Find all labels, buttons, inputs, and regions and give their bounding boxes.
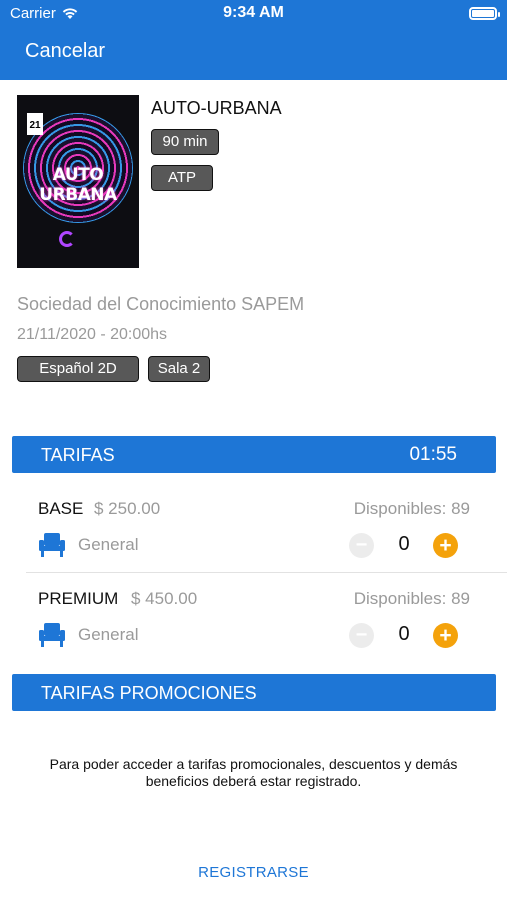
tarifas-header: TARIFAS 01:55 <box>12 436 496 473</box>
fare-availability: Disponibles: 89 <box>353 589 470 608</box>
movie-poster: 21 AUTO URBANA <box>17 95 139 268</box>
status-bar: Carrier 9:34 AM <box>0 0 507 28</box>
increase-quantity-button[interactable]: + <box>433 533 458 558</box>
armchair-icon <box>39 533 65 557</box>
seat-type-label: General <box>78 625 139 644</box>
quantity-value: 0 <box>398 623 410 645</box>
poster-date: 21 <box>27 113 43 135</box>
top-bar: Carrier 9:34 AM Cancelar <box>0 0 507 80</box>
poster-logo <box>59 231 75 247</box>
fare-name: BASE <box>38 499 84 518</box>
decrease-quantity-button[interactable]: − <box>349 623 374 648</box>
promociones-title: TARIFAS PROMOCIONES <box>41 683 257 703</box>
venue-name: Sociedad del Conocimiento SAPEM <box>17 294 305 314</box>
movie-title: AUTO-URBANA <box>151 98 282 118</box>
poster-title: AUTO URBANA <box>39 165 117 205</box>
status-time: 9:34 AM <box>223 4 284 21</box>
seat-type-label: General <box>78 535 139 554</box>
cancel-button[interactable]: Cancelar <box>25 40 105 63</box>
fare-divider <box>26 572 507 573</box>
countdown-timer: 01:55 <box>409 444 457 465</box>
show-datetime: 21/11/2020 - 20:00hs <box>17 326 168 343</box>
quantity-value: 0 <box>398 533 410 555</box>
armchair-icon <box>39 623 65 647</box>
rating-badge: ATP <box>151 165 213 191</box>
language-badge: Español 2D <box>17 356 139 382</box>
promociones-header: TARIFAS PROMOCIONES <box>12 674 496 711</box>
room-badge: Sala 2 <box>148 356 210 382</box>
promo-message: Para poder acceder a tarifas promocional… <box>49 756 458 789</box>
fare-name: PREMIUM <box>38 589 119 608</box>
increase-quantity-button[interactable]: + <box>433 623 458 648</box>
fare-availability: Disponibles: 89 <box>353 499 470 518</box>
duration-badge: 90 min <box>151 129 219 155</box>
fare-price: $ 250.00 <box>94 499 161 518</box>
decrease-quantity-button[interactable]: − <box>349 533 374 558</box>
fare-price: $ 450.00 <box>131 589 198 608</box>
battery-icon <box>469 7 500 20</box>
register-button[interactable]: REGISTRARSE <box>0 864 507 881</box>
tarifas-title: TARIFAS <box>41 445 115 465</box>
